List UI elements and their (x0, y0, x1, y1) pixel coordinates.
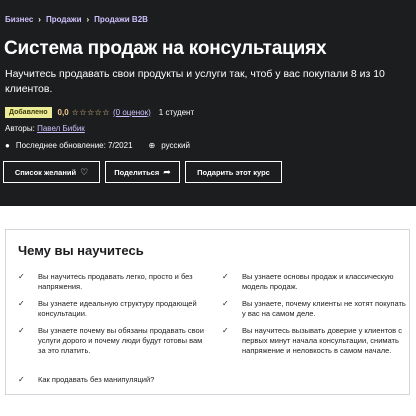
course-language: русский (161, 141, 190, 150)
course-meta: ● Последнее обновление: 7/2021 ⊕ русский (5, 141, 190, 150)
check-icon: ✓ (222, 326, 229, 335)
wishlist-label: Список желаний (14, 167, 77, 177)
heart-icon: ♡ (80, 166, 89, 177)
star-rating-icon: ☆☆☆☆☆ (71, 107, 111, 117)
learn-heading: Чему вы научитесь (18, 243, 144, 258)
check-icon: ✓ (18, 326, 25, 335)
check-icon: ✓ (222, 299, 229, 308)
students-count: 1 студент (158, 107, 195, 117)
authors-row: Авторы: Павел Бибик (5, 124, 85, 133)
course-subtitle: Научитесь продавать свои продукты и услу… (5, 68, 385, 95)
rating-value: 0,0 (57, 107, 69, 117)
breadcrumb-item-sales[interactable]: Продажи (46, 15, 82, 24)
check-icon: ✓ (18, 299, 25, 308)
what-you-will-learn: Чему вы научитесь ✓ Вы научитесь продава… (5, 229, 410, 395)
chevron-right-icon: › (86, 15, 90, 24)
rating-row: Добавлено 0,0 ☆☆☆☆☆ (0 оценок) 1 студент (5, 105, 194, 119)
gift-course-button[interactable]: Подарить этот курс (185, 161, 282, 183)
new-badge: Добавлено (5, 106, 52, 118)
author-link[interactable]: Павел Бибик (37, 124, 85, 133)
chevron-right-icon: › (38, 15, 41, 24)
update-icon: ● (5, 141, 10, 150)
breadcrumb-item-b2b-sales[interactable]: Продажи B2B (94, 15, 148, 24)
share-arrow-icon: ➦ (163, 166, 171, 177)
course-title: Система продаж на консультациях (4, 38, 327, 59)
wishlist-button[interactable]: Список желаний ♡ (3, 161, 100, 183)
share-button[interactable]: Поделиться ➦ (105, 161, 180, 183)
globe-icon: ⊕ (148, 141, 156, 150)
share-label: Поделиться (114, 167, 160, 177)
gift-label: Подарить этот курс (197, 167, 270, 177)
course-header: Бизнес › Продажи › Продажи B2B Система прода… (0, 0, 416, 206)
breadcrumb: Бизнес › Продажи › Продажи B2B (5, 15, 148, 24)
check-icon: ✓ (18, 272, 25, 281)
check-icon: ✓ (222, 272, 229, 281)
breadcrumb-item-business[interactable]: Бизнес (5, 15, 33, 24)
ratings-count-link[interactable]: (0 оценок) (113, 108, 151, 117)
check-icon: ✓ (18, 375, 25, 384)
last-updated: Последнее обновление: 7/2021 (15, 141, 133, 150)
authors-label: Авторы: (5, 124, 35, 133)
